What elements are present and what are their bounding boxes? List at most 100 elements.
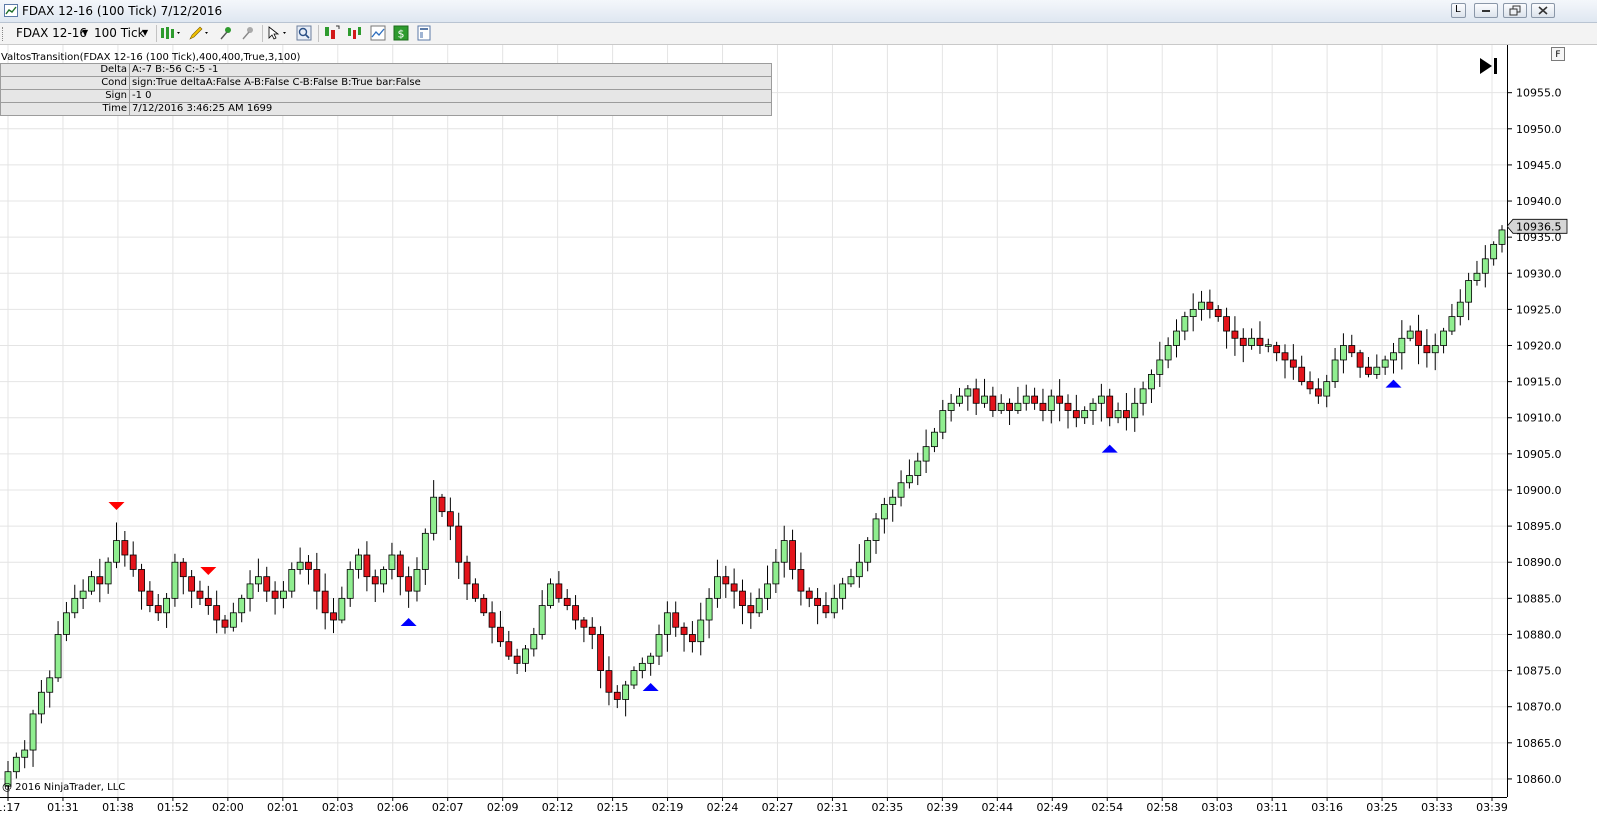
candle-down	[789, 540, 796, 570]
candle-up	[280, 590, 287, 599]
candle-down	[497, 626, 504, 643]
window-title: FDAX 12-16 (100 Tick) 7/12/2016	[22, 4, 223, 18]
candle-up	[421, 532, 429, 570]
candle-up	[296, 561, 304, 570]
candle-down	[1281, 352, 1289, 361]
candle-down	[797, 569, 805, 592]
candle-up	[630, 670, 638, 686]
candle-down	[488, 612, 496, 628]
time-axis[interactable]: 1:17 01:31 01:38 01:52 02:00 02:01 02:03 02:06 0…	[0, 797, 1507, 835]
candle-down	[805, 590, 813, 599]
sign-key: Sign	[0, 89, 130, 103]
candle-down	[739, 590, 746, 606]
candle-up	[522, 648, 529, 664]
candle-down	[572, 605, 579, 621]
scroll-to-end-icon[interactable]	[1478, 56, 1500, 76]
candle-up	[12, 756, 20, 773]
candle-up	[1431, 345, 1439, 354]
candle-down	[263, 576, 271, 592]
candle-down	[730, 583, 738, 592]
minimize-button[interactable]	[1474, 3, 1498, 18]
restore-button[interactable]	[1503, 3, 1527, 18]
candle-up	[1381, 359, 1389, 368]
candle-up	[1498, 229, 1506, 245]
candle-down	[221, 619, 229, 628]
candle-up	[1456, 301, 1464, 318]
candle-down	[588, 626, 596, 635]
instrument-selector[interactable]: FDAX 12-16 ▼	[10, 23, 90, 44]
time-tick-label: 01:52	[157, 801, 189, 814]
candle-down	[1365, 366, 1372, 375]
candle-down	[480, 597, 488, 614]
price-axis[interactable]: 10955.010950.010945.010940.010935.010930…	[1507, 45, 1597, 797]
candle-down	[396, 554, 404, 578]
candle-up	[346, 569, 354, 599]
pin-gray-icon[interactable]	[240, 25, 256, 41]
cursor-icon[interactable]	[266, 25, 292, 41]
buy-signal-triangle	[1101, 444, 1118, 453]
link-button[interactable]: L	[1451, 3, 1466, 18]
pin-icon[interactable]	[218, 25, 234, 41]
candle-down	[96, 576, 104, 585]
time-tick-label: 02:07	[432, 801, 464, 814]
candle-up	[1490, 243, 1498, 260]
cond-key: Cond	[0, 76, 130, 90]
time-tick-label: 02:49	[1036, 801, 1068, 814]
candle-down	[1223, 316, 1230, 332]
candle-up	[997, 402, 1005, 411]
delta-value: A:-7 B:-56 C:-5 -1	[129, 63, 772, 77]
time-tick-label: 02:09	[487, 801, 519, 814]
candle-down	[446, 511, 454, 527]
candle-down	[1064, 402, 1072, 411]
dollar-icon[interactable]: $	[393, 25, 409, 41]
time-tick-label: 02:24	[707, 801, 739, 814]
table-row: Cond sign:True deltaA:False A-B:False C-…	[0, 76, 772, 90]
time-tick-label: 02:27	[762, 801, 794, 814]
time-tick-label: 02:06	[377, 801, 409, 814]
candle-up	[1089, 402, 1097, 411]
candle-up	[1481, 258, 1489, 274]
candle-up	[380, 569, 387, 585]
chart-data-icon[interactable]	[370, 25, 386, 41]
candle-down	[1123, 410, 1130, 419]
time-tick-label: 02:35	[872, 801, 904, 814]
candle-down	[463, 561, 471, 585]
properties-icon[interactable]	[416, 25, 432, 41]
window-titlebar: FDAX 12-16 (100 Tick) 7/12/2016 L	[0, 0, 1597, 23]
price-chart[interactable]	[0, 45, 1507, 797]
indicator-icon[interactable]	[347, 25, 363, 41]
toolbar-separator	[318, 25, 319, 42]
candle-up	[1081, 410, 1089, 419]
candle-up	[1398, 337, 1406, 354]
close-button[interactable]	[1531, 3, 1555, 18]
toolbar-grip-icon	[2, 27, 6, 41]
candle-up	[1131, 402, 1139, 419]
strategy-icon[interactable]	[324, 25, 340, 41]
candle-up	[1164, 345, 1172, 361]
candle-down	[822, 605, 830, 614]
sell-signal-triangle	[200, 567, 217, 576]
candle-down	[188, 576, 196, 592]
time-tick-label: 03:25	[1366, 801, 1398, 814]
candle-down	[1273, 345, 1281, 354]
bar-type-icon[interactable]	[160, 25, 184, 41]
price-tick-label: 10915.0	[1516, 376, 1562, 389]
axis-options-button[interactable]: F	[1551, 47, 1565, 61]
price-tick-label: 10890.0	[1516, 556, 1562, 569]
candle-down	[138, 569, 145, 592]
candle-down	[613, 691, 621, 700]
interval-label: 100 Tick	[94, 26, 145, 40]
interval-selector[interactable]: 100 Tick ▼	[90, 23, 152, 44]
indicator-table: Delta A:-7 B:-56 C:-5 -1 Cond sign:True …	[0, 63, 772, 116]
zoom-icon[interactable]	[296, 25, 312, 41]
candle-up	[1181, 316, 1189, 332]
candle-up	[872, 518, 880, 541]
time-tick-label: 02:58	[1146, 801, 1178, 814]
candle-up	[355, 554, 362, 570]
pencil-icon[interactable]	[188, 25, 212, 41]
table-row: Time 7/12/2016 3:46:25 AM 1699	[0, 102, 772, 116]
candle-up	[714, 576, 721, 599]
candle-up	[254, 576, 262, 585]
candle-up	[755, 597, 763, 614]
candle-up	[939, 410, 947, 433]
